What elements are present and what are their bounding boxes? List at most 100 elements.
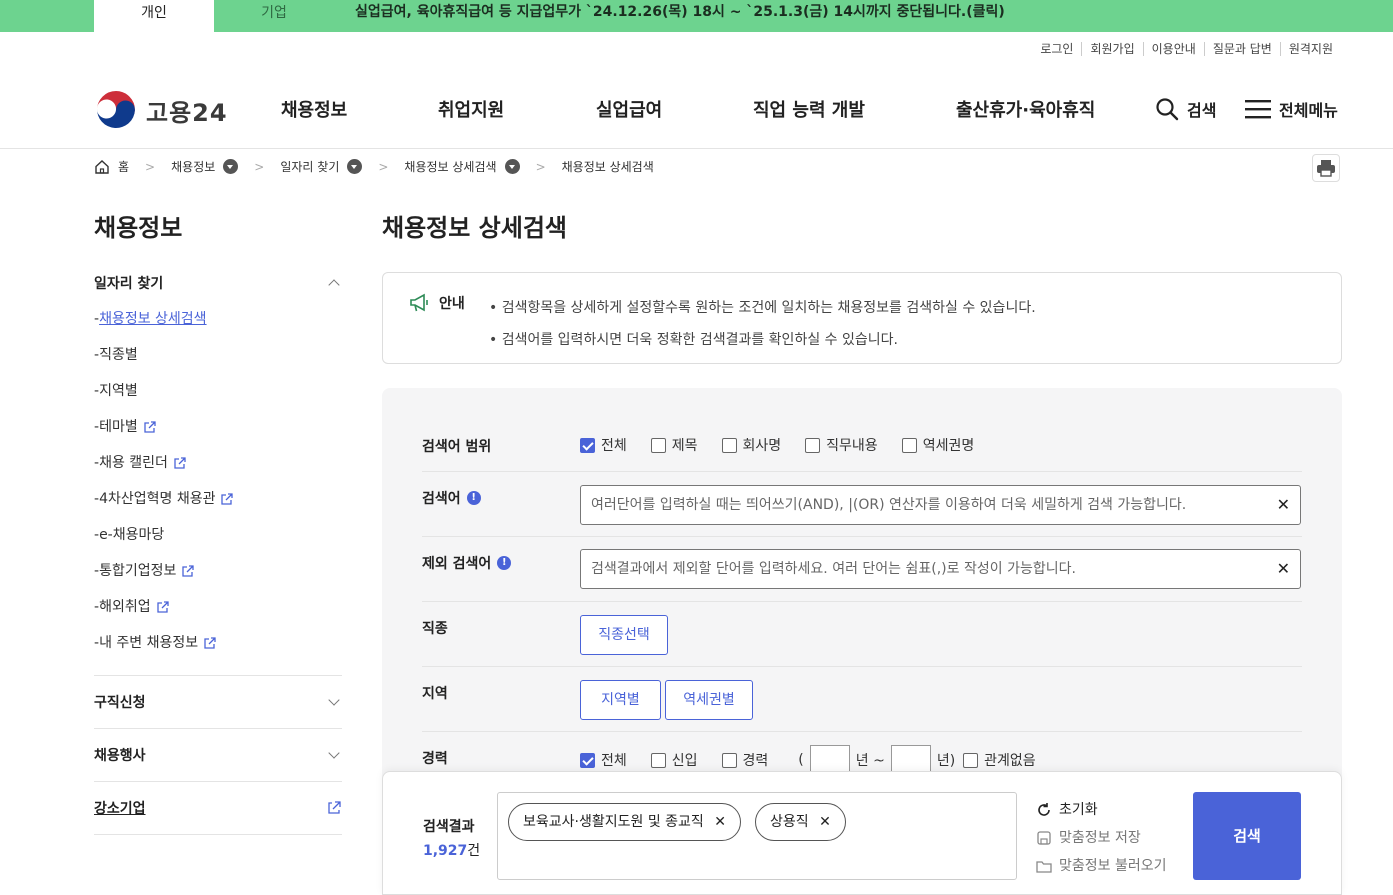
nav-skill-development[interactable]: 직업 능력 개발	[753, 96, 865, 122]
sidebar-item-overseas[interactable]: - 해외취업	[94, 589, 342, 625]
sidebar-item-label: 채용 캘린더	[99, 455, 168, 471]
sidebar-item-by-job[interactable]: - 직종별	[94, 337, 342, 373]
reset-label: 초기화	[1059, 802, 1098, 818]
breadcrumb-item-find-jobs[interactable]: 일자리 찾기	[280, 158, 363, 175]
career-all-checkbox[interactable]: 전체	[580, 750, 627, 770]
exclude-input[interactable]	[581, 550, 1261, 588]
result-count-unit: 건	[467, 843, 481, 859]
login-link[interactable]: 로그인	[1032, 42, 1081, 56]
form-row-exclude: 제외 검색어! ✕	[422, 537, 1302, 602]
site-logo[interactable]: 고용24	[94, 88, 228, 132]
breadcrumb-item-jobs[interactable]: 채용정보	[171, 158, 239, 175]
sidebar-item-detail-search[interactable]: - 채용정보 상세검색	[94, 301, 342, 337]
checkbox-icon	[650, 437, 666, 453]
scope-title-checkbox[interactable]: 제목	[650, 435, 698, 455]
career-new-checkbox[interactable]: 신입	[650, 750, 698, 770]
scope-duty-checkbox[interactable]: 직무내용	[805, 435, 878, 455]
reset-button[interactable]: 초기화	[1035, 796, 1167, 824]
exclude-label-group: 제외 검색어!	[422, 553, 512, 573]
keyword-field: ✕	[580, 485, 1301, 525]
remove-tag-icon[interactable]: ✕	[714, 814, 726, 830]
scope-company-checkbox[interactable]: 회사명	[721, 435, 781, 455]
checkbox-label: 직무내용	[826, 438, 878, 454]
clear-icon[interactable]: ✕	[1277, 559, 1290, 578]
keyword-input[interactable]	[581, 486, 1261, 524]
qna-link[interactable]: 질문과 답변	[1203, 42, 1280, 56]
info-icon[interactable]: !	[466, 491, 481, 505]
nav-jobs[interactable]: 채용정보	[281, 96, 347, 122]
career-none-checkbox[interactable]: 관계없음	[963, 750, 1036, 770]
breadcrumb-home[interactable]: 홈	[94, 158, 129, 175]
year-range-close: 년)	[936, 753, 956, 769]
breadcrumb-label: 채용정보	[171, 160, 216, 174]
guide-line: • 검색어를 입력하시면 더욱 정확한 검색결과를 확인하실 수 있습니다.	[489, 332, 898, 348]
clear-icon[interactable]: ✕	[1277, 495, 1290, 514]
sidebar-item-calendar[interactable]: - 채용 캘린더	[94, 445, 342, 481]
printer-icon	[1317, 160, 1335, 177]
guide-label: 안내	[439, 296, 465, 312]
remote-support-link[interactable]: 원격지원	[1279, 42, 1341, 56]
taegeuk-logo-icon	[95, 89, 137, 131]
sidebar-title: 채용정보	[94, 214, 183, 242]
breadcrumb-item-detail-search[interactable]: 채용정보 상세검색	[404, 158, 520, 175]
select-job-button[interactable]: 직종선택	[580, 615, 668, 655]
logo-text: 고용24	[146, 98, 228, 127]
nav-unemployment-benefit[interactable]: 실업급여	[596, 96, 662, 122]
scope-all-checkbox[interactable]: 전체	[580, 435, 627, 455]
breadcrumb-separator-icon: >	[145, 159, 156, 174]
form-row-keyword: 검색어! ✕	[422, 472, 1302, 537]
remove-tag-icon[interactable]: ✕	[819, 814, 831, 830]
utility-menu: 로그인 회원가입 이용안내 질문과 답변 원격지원	[1032, 42, 1341, 56]
sidebar-group-label: 강소기업	[94, 801, 146, 817]
sidebar-item-company-info[interactable]: - 통합기업정보	[94, 553, 342, 589]
save-custom-button[interactable]: 맞춤정보 저장	[1035, 824, 1167, 852]
service-notice-link[interactable]: 실업급여, 육아휴직급여 등 지급업무가 `24.12.26(목) 18시 ~ …	[355, 0, 1005, 32]
sidebar-item-e-recruit[interactable]: - e-채용마당	[94, 517, 342, 553]
station-area-button[interactable]: 역세권별	[665, 680, 753, 720]
hamburger-icon	[1245, 100, 1271, 119]
checkbox-checked-icon	[580, 437, 595, 453]
form-row-job: 직종 직종선택	[422, 602, 1302, 667]
scope-station-checkbox[interactable]: 역세권명	[901, 435, 974, 455]
sidebar-group-job-events[interactable]: 채용행사	[94, 729, 342, 781]
region-button[interactable]: 지역별	[580, 680, 661, 720]
checkbox-icon	[963, 752, 979, 768]
guide-link[interactable]: 이용안내	[1142, 42, 1204, 56]
signup-link[interactable]: 회원가입	[1081, 42, 1142, 56]
page-title: 채용정보 상세검색	[382, 214, 567, 242]
sidebar-item-label: 채용정보 상세검색	[99, 311, 207, 327]
info-icon[interactable]: !	[497, 556, 512, 570]
all-menu-button[interactable]: 전체메뉴	[1244, 97, 1338, 121]
sidebar-item-theme[interactable]: - 테마별	[94, 409, 342, 445]
condition-tag: 보육교사·생활지도원 및 종교직 ✕	[508, 803, 741, 841]
sidebar-item-industry4[interactable]: -4차산업혁명 채용관	[94, 481, 342, 517]
search-result-bar: 검색결과 1,927건 보육교사·생활지도원 및 종교직 ✕ 상용직 ✕ 초기화…	[382, 771, 1342, 895]
dropdown-icon[interactable]	[347, 159, 363, 174]
sidebar-group-small-giant[interactable]: 강소기업	[94, 782, 342, 834]
breadcrumb-separator-icon: >	[535, 159, 546, 174]
nav-parental-leave[interactable]: 출산휴가·육아휴직	[956, 96, 1095, 122]
sidebar-group-find-jobs[interactable]: 일자리 찾기	[94, 265, 342, 301]
print-button[interactable]	[1312, 154, 1340, 182]
dropdown-icon[interactable]	[504, 159, 520, 174]
sidebar-item-nearby[interactable]: -내 주변 채용정보	[94, 625, 342, 661]
checkbox-icon	[805, 437, 821, 453]
keyword-label: 검색어	[422, 491, 461, 507]
career-experienced-checkbox[interactable]: 경력	[721, 750, 768, 770]
sidebar-item-by-region[interactable]: - 지역별	[94, 373, 342, 409]
guide-lines: • 검색항목을 상세하게 설정할수록 원하는 조건에 일치하는 채용정보를 검색…	[489, 292, 1036, 356]
tab-company[interactable]: 기업	[214, 0, 334, 32]
search-submit-button[interactable]: 검색	[1193, 792, 1301, 880]
header-divider	[0, 148, 1393, 149]
sidebar-item-label: 지역별	[99, 383, 138, 399]
breadcrumb-current: 채용정보 상세검색	[562, 158, 654, 175]
nav-employment-support[interactable]: 취업지원	[438, 96, 504, 122]
chevron-down-icon	[328, 694, 340, 706]
load-custom-button[interactable]: 맞춤정보 불러오기	[1035, 852, 1167, 880]
sidebar-group-label: 구직신청	[94, 695, 146, 711]
dropdown-icon[interactable]	[223, 159, 239, 174]
sidebar-group-job-application[interactable]: 구직신청	[94, 676, 342, 728]
header-search-button[interactable]: 검색	[1155, 97, 1216, 121]
checkbox-icon	[901, 437, 917, 453]
tab-personal[interactable]: 개인	[94, 0, 214, 32]
